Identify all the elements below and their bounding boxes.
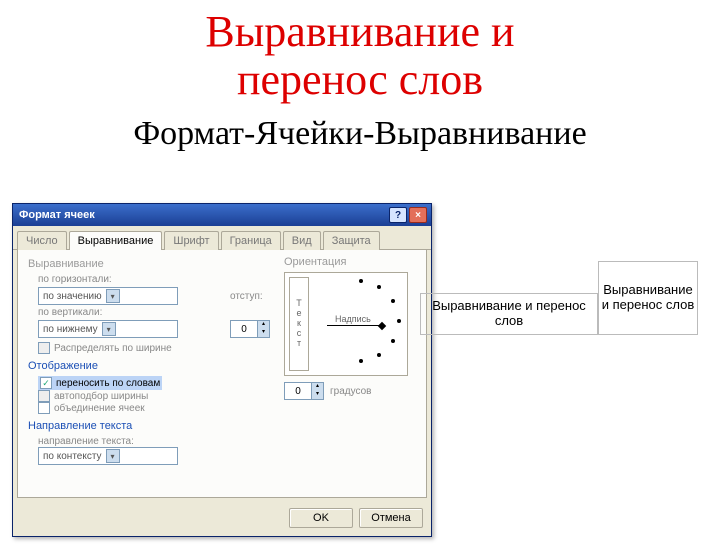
checkbox-icon: [38, 342, 50, 354]
example-cell-nowrap: Выравнивание и перенос слов: [420, 293, 598, 335]
degrees-spinner[interactable]: 0 ▴▾: [284, 382, 324, 400]
tab-protection[interactable]: Защита: [323, 231, 380, 250]
degrees-value: 0: [285, 386, 311, 397]
chevron-down-icon: ▾: [106, 449, 120, 463]
dialog-title: Формат ячеек: [19, 209, 95, 221]
alignment-panel: Выравнивание по горизонтали: по значению…: [17, 250, 427, 498]
format-cells-dialog: Формат ячеек ? × Число Выравнивание Шриф…: [12, 203, 432, 537]
slide-subtitle: Формат-Ячейки-Выравнивание: [0, 115, 720, 153]
orientation-needle[interactable]: Надпись: [327, 325, 381, 326]
spin-up-icon[interactable]: ▴: [311, 383, 323, 391]
tab-patterns[interactable]: Вид: [283, 231, 321, 250]
dialog-titlebar[interactable]: Формат ячеек ? ×: [13, 204, 431, 226]
checkbox-icon: [38, 402, 50, 414]
tab-alignment[interactable]: Выравнивание: [69, 231, 163, 250]
degrees-label: градусов: [330, 386, 371, 397]
wrap-label: переносить по словам: [56, 378, 160, 389]
text-direction-combo[interactable]: по контексту ▾: [38, 447, 178, 465]
orientation-group: Ориентация Текст Надпись: [284, 256, 414, 400]
help-button[interactable]: ?: [389, 207, 407, 223]
direction-value: по контексту: [43, 451, 102, 462]
example-text-wrapped: Выравнивание и перенос слов: [599, 283, 697, 313]
group-orientation: Ориентация: [284, 256, 414, 268]
dialog-tabs: Число Выравнивание Шрифт Граница Вид Защ…: [13, 226, 431, 250]
example-text-nowrap: Выравнивание и перенос слов: [421, 299, 597, 329]
shrink-label: автоподбор ширины: [54, 391, 148, 402]
cancel-button[interactable]: Отмена: [359, 508, 423, 528]
spin-up-icon[interactable]: ▴: [257, 321, 269, 329]
dialog-buttons: OK Отмена: [13, 502, 431, 536]
indent-spinner[interactable]: 0 ▴▾: [230, 320, 270, 338]
vertical-text-button[interactable]: Текст: [289, 277, 309, 371]
example-cell-wrapped: Выравнивание и перенос слов: [598, 261, 698, 335]
vertical-align-combo[interactable]: по нижнему ▾: [38, 320, 178, 338]
ok-button[interactable]: OK: [289, 508, 353, 528]
slide-title-line1: Выравнивание и: [205, 7, 514, 56]
group-direction: Направление текста: [28, 420, 416, 432]
horizontal-align-combo[interactable]: по значению ▾: [38, 287, 178, 305]
vert-value: по нижнему: [43, 324, 98, 335]
merge-checkbox[interactable]: объединение ячеек: [38, 402, 416, 414]
close-button[interactable]: ×: [409, 207, 427, 223]
checkbox-checked-icon: ✓: [40, 377, 52, 389]
orientation-dial[interactable]: Надпись: [319, 279, 401, 369]
tab-number[interactable]: Число: [17, 231, 67, 250]
needle-label: Надпись: [335, 314, 371, 324]
checkbox-icon: [38, 390, 50, 402]
orientation-control[interactable]: Текст Надпись: [284, 272, 408, 376]
distribute-label: Распределять по ширине: [54, 343, 172, 354]
spin-down-icon[interactable]: ▾: [257, 329, 269, 337]
wrap-text-checkbox[interactable]: ✓ переносить по словам: [38, 376, 162, 390]
direction-label: направление текста:: [38, 436, 416, 447]
chevron-down-icon: ▾: [106, 289, 120, 303]
merge-label: объединение ячеек: [54, 403, 145, 414]
horiz-value: по значению: [43, 291, 102, 302]
indent-label: отступ:: [230, 291, 263, 302]
indent-value: 0: [231, 324, 257, 335]
diamond-icon: [378, 322, 386, 330]
chevron-down-icon: ▾: [102, 322, 116, 336]
slide-title-line2: перенос слов: [237, 55, 483, 104]
tab-font[interactable]: Шрифт: [164, 231, 218, 250]
spin-down-icon[interactable]: ▾: [311, 391, 323, 399]
slide-title: Выравнивание и перенос слов: [0, 8, 720, 105]
tab-border[interactable]: Граница: [221, 231, 281, 250]
